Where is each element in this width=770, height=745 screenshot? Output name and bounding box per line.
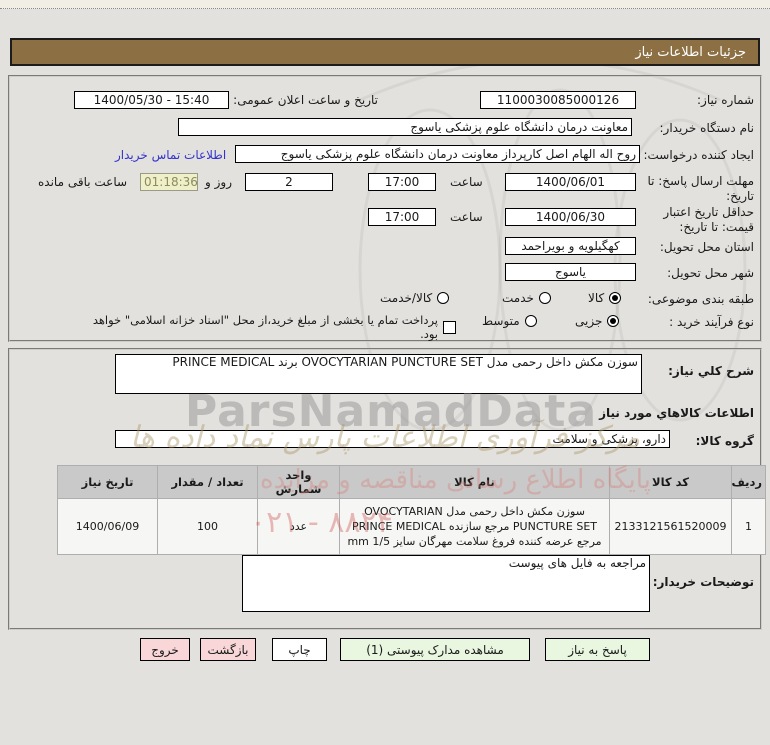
buyer-contact-link[interactable]: اطلاعات تماس خریدار (115, 148, 226, 162)
validity-hour-label: ساعت (450, 210, 483, 224)
classification-option-service[interactable]: خدمت (502, 291, 551, 305)
radio-label: کالا (588, 291, 604, 305)
province-label: استان محل تحویل: (660, 240, 754, 254)
validity-date-field[interactable]: 1400/06/30 (505, 208, 636, 226)
city-field[interactable]: یاسوج (505, 263, 636, 281)
col-need-date: تاریخ نیاز (58, 466, 158, 499)
goods-info-panel: شرح کلي نیاز: سوزن مکش داخل رحمی مدل OVO… (8, 348, 762, 630)
classification-label: طبقه بندی موضوعی: (648, 292, 754, 306)
radio-icon[interactable] (437, 292, 449, 304)
buyer-org-label: نام دستگاه خریدار: (660, 121, 755, 135)
process-type-option-minor[interactable]: جزیی (575, 314, 619, 328)
radio-label: کالا/خدمت (380, 291, 432, 305)
buyer-notes-field[interactable]: مراجعه به فایل های پیوست (242, 555, 650, 612)
need-desc-field[interactable]: سوزن مکش داخل رحمی مدل OVOCYTARIAN PUNCT… (115, 354, 642, 394)
process-type-option-medium[interactable]: متوسط (482, 314, 537, 328)
radio-label: جزیی (575, 314, 602, 328)
classification-option-goods-service[interactable]: کالا/خدمت (380, 291, 449, 305)
deadline-days-field[interactable]: 2 (245, 173, 333, 191)
deadline-days-label: روز و (205, 175, 232, 189)
need-desc-label: شرح کلي نیاز: (668, 364, 754, 378)
page-title-text: جزئیات اطلاعات نیاز (635, 45, 746, 60)
page-title: جزئیات اطلاعات نیاز (10, 38, 760, 66)
creator-label: ایجاد کننده درخواست: (643, 148, 754, 162)
goods-group-field[interactable]: دارو، پزشکی و سلامت (115, 430, 670, 448)
buyer-org-field[interactable]: معاونت درمان دانشگاه علوم پزشکی یاسوج (178, 118, 632, 136)
cell-item-code: 2133121561520009 (610, 499, 732, 555)
respond-to-need-button[interactable]: پاسخ به نیاز (545, 638, 650, 661)
need-number-label: شماره نیاز: (697, 93, 754, 107)
province-field[interactable]: کهگیلویه و بویراحمد (505, 237, 636, 255)
top-dotted-strip (0, 0, 770, 9)
col-quantity: تعداد / مقدار (158, 466, 258, 499)
col-row-number: ردیف (732, 466, 766, 499)
page: { "title_bar": { "text": "جزئیات اطلاعات… (0, 0, 770, 745)
creator-field[interactable]: روح اله الهام اصل کارپرداز معاونت درمان … (235, 145, 640, 163)
need-number-field[interactable]: 1100030085000126 (480, 91, 636, 109)
treasury-checkbox-group[interactable]: پرداخت تمام یا بخشی از مبلغ خرید،از محل … (88, 313, 456, 341)
validity-label: حداقل تاریخ اعتبار قیمت: تا تاریخ: (642, 205, 754, 235)
deadline-date-field[interactable]: 1400/06/01 (505, 173, 636, 191)
cell-unit: عدد (258, 499, 340, 555)
exit-button[interactable]: خروج (140, 638, 190, 661)
deadline-label: مهلت ارسال پاسخ: تا تاریخ: (642, 174, 754, 204)
back-button[interactable]: بازگشت (200, 638, 256, 661)
cell-item-name: سوزن مکش داخل رحمی مدل OVOCYTARIAN PUNCT… (340, 499, 610, 555)
treasury-checkbox-label: پرداخت تمام یا بخشی از مبلغ خرید،از محل … (88, 313, 438, 341)
buyer-notes-label: توضیحات خریدار: (653, 575, 754, 589)
cell-quantity: 100 (158, 499, 258, 555)
deadline-hour-field[interactable]: 17:00 (368, 173, 436, 191)
goods-table-row: 1 2133121561520009 سوزن مکش داخل رحمی مد… (58, 499, 766, 555)
city-label: شهر محل تحویل: (667, 266, 754, 280)
need-details-panel: شماره نیاز: 1100030085000126 تاریخ و ساع… (8, 75, 762, 342)
announce-datetime-field[interactable]: 1400/05/30 - 15:40 (74, 91, 229, 109)
cell-row-number: 1 (732, 499, 766, 555)
validity-hour-field[interactable]: 17:00 (368, 208, 436, 226)
treasury-checkbox-icon[interactable] (443, 321, 456, 334)
goods-table-header-row: ردیف کد کالا نام کالا واحد شمارش تعداد /… (58, 466, 766, 499)
deadline-hour-label: ساعت (450, 175, 483, 189)
radio-icon[interactable] (525, 315, 537, 327)
cell-need-date: 1400/06/09 (58, 499, 158, 555)
radio-icon[interactable] (539, 292, 551, 304)
process-type-label: نوع فرآیند خرید : (669, 315, 754, 329)
goods-table: ردیف کد کالا نام کالا واحد شمارش تعداد /… (57, 465, 766, 555)
goods-group-label: گروه کالا: (696, 434, 754, 448)
col-item-name: نام کالا (340, 466, 610, 499)
radio-label: خدمت (502, 291, 534, 305)
classification-option-goods[interactable]: کالا (588, 291, 621, 305)
view-attached-docs-button[interactable]: مشاهده مدارک پیوستی (1) (340, 638, 530, 661)
col-unit: واحد شمارش (258, 466, 340, 499)
deadline-remaining-label: ساعت باقی مانده (38, 175, 138, 189)
col-item-code: کد کالا (610, 466, 732, 499)
goods-section-header: اطلاعات کالاهاي مورد نیاز (599, 406, 754, 420)
radio-selected-icon[interactable] (607, 315, 619, 327)
announce-datetime-label: تاریخ و ساعت اعلان عمومی: (233, 93, 378, 107)
radio-selected-icon[interactable] (609, 292, 621, 304)
deadline-countdown-timer: 01:18:36 (140, 173, 198, 191)
radio-label: متوسط (482, 314, 520, 328)
print-button[interactable]: چاپ (272, 638, 327, 661)
